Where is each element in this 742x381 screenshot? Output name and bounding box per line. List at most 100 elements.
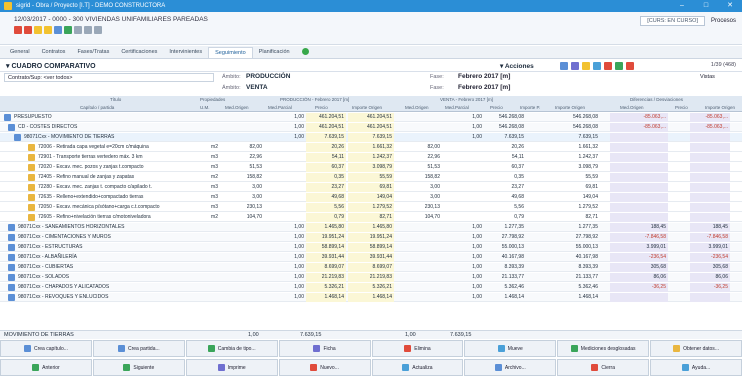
tab-seguimiento[interactable]: Seguimiento [208,47,253,58]
tab-fases[interactable]: Fases/Tratas [71,47,115,58]
table-row[interactable]: 72050 - Excav. mecánica p/sótano+carga c… [0,203,742,212]
status-select[interactable]: [CURS: EN CURSO] [640,16,705,26]
toolbar-icon-4[interactable] [44,26,52,34]
col-med-origen[interactable]: Med.Origen [225,105,249,110]
table-row[interactable]: 72020 - Excav. mec. pozos y zanjas t.com… [0,163,742,172]
table-row[interactable]: 98071Cxx - ALBAÑILERÍA 1,00 39.931,44 39.93… [0,253,742,262]
col-dif-precio[interactable]: Precio [675,105,688,110]
chapter-icon[interactable] [8,244,15,251]
toolbar-icon-9[interactable] [94,26,102,34]
partida-icon[interactable] [28,204,35,211]
acciones-menu[interactable]: ▾ Acciones [500,62,534,70]
col-dif-med-origen[interactable]: Med.Origen [620,105,644,110]
col-venta-med-origen[interactable]: Med.Origen [405,105,429,110]
table-row[interactable]: 98071Cxx - CIMENTACIONES Y MUROS 1,00 19.9… [0,233,742,242]
table-row[interactable]: 98071Cxx - CHAPADOS Y ALICATADOS 1,00 5.32… [0,283,742,292]
procesos-menu[interactable]: Procesos [711,18,736,24]
chapter-icon[interactable] [8,254,15,261]
toolbar-icon-3[interactable] [34,26,42,34]
toolbar-icon-1[interactable] [14,26,22,34]
nav-button-2[interactable]: Imprime [185,359,278,376]
action-button-3[interactable]: Ficha [278,340,371,357]
nav-button-3[interactable]: Nuevo... [278,359,371,376]
partida-icon[interactable] [28,144,35,151]
col-importe-origen[interactable]: Importe Origen [352,105,382,110]
toolbar-icon-2[interactable] [24,26,32,34]
partida-icon[interactable] [28,184,35,191]
action-button-0[interactable]: Crea capítulo... [0,340,92,357]
col-venta-precio[interactable]: Precio [490,105,503,110]
chapter-icon[interactable] [14,134,21,141]
fase1-value[interactable]: Febrero 2017 [m] [458,73,510,80]
action-button-2[interactable]: Cambia de tipo... [185,340,278,357]
table-row[interactable]: 98071Cxx - REVOQUES Y ENLUCIDOS 1,00 1.468… [0,293,742,302]
nav-button-0[interactable]: Anterior [0,359,92,376]
table-row[interactable]: 98071Cxx - ESTRUCTURAS 1,00 58.899,14 58.89… [0,243,742,252]
table-row[interactable]: 72635 - Relleno+extendido+compactado tie… [0,193,742,202]
close-button[interactable]: ✕ [718,0,742,12]
chapter-icon[interactable] [8,224,15,231]
tab-planificacion[interactable]: Planificación [253,47,296,58]
tab-general[interactable]: General [4,47,36,58]
chapter-icon[interactable] [8,294,15,301]
table-row[interactable]: 72405 - Refino manual de zanjas y zapata… [0,173,742,182]
table-row[interactable]: 72006 - Retirada capa vegetal e=20cm c/m… [0,143,742,152]
nav-button-7[interactable]: Ayuda... [650,359,742,376]
nav-button-1[interactable]: Siguiente [92,359,185,376]
col-capitulo[interactable]: Capítulo / partida [80,105,114,110]
grid-icon[interactable] [560,62,568,70]
table-row[interactable]: 72605 - Refino+nivelación tierras c/moto… [0,213,742,222]
col-venta-med-parcial[interactable]: Med.Parcial [445,105,469,110]
table-row[interactable]: 98071Cxx - SOLADOS 1,00 21.219,83 21.219,83… [0,273,742,282]
table-row[interactable]: 98071Cxx - CUBIERTAS 1,00 8.699,07 8.699,07… [0,263,742,272]
table-row[interactable]: 72280 - Excav. mec. zanjas t. compacto c… [0,183,742,192]
maximize-button[interactable]: □ [694,0,718,12]
nav-button-5[interactable]: Archivo... [464,359,557,376]
table-row[interactable]: PRESUPUESTO 1,00 461.204,51 461.204,51 1,00 5… [0,113,742,122]
export-icon[interactable] [571,62,579,70]
chapter-icon[interactable] [8,264,15,271]
tab-certificaciones[interactable]: Certificaciones [115,47,163,58]
action-button-6[interactable]: Mediciones desglosadas [557,340,650,357]
chart-icon[interactable] [593,62,601,70]
chapter-icon[interactable] [8,284,15,291]
toolbar-icon-5[interactable] [54,26,62,34]
partida-icon[interactable] [28,214,35,221]
warning-icon[interactable] [626,62,634,70]
chapter-icon[interactable] [4,114,11,121]
section-title[interactable]: ▾ CUADRO COMPARATIVO [6,62,96,70]
nav-button-4[interactable]: Actualiza [371,359,464,376]
chapter-icon[interactable] [8,274,15,281]
action-button-4[interactable]: Elimina [371,340,464,357]
heart-icon[interactable] [604,62,612,70]
partida-icon[interactable] [28,154,35,161]
chapter-icon[interactable] [8,124,15,131]
action-button-1[interactable]: Crea partida... [92,340,185,357]
table-row[interactable]: 98071Cxx - MOVIMIENTO DE TIERRAS 1,00 7.63… [0,133,742,142]
col-med-parcial[interactable]: Med.Parcial [268,105,292,110]
col-venta-importe-parcial[interactable]: Importe P. [520,105,540,110]
col-ud[interactable]: U.M. [200,105,210,110]
table-row[interactable]: 98071Cxx - SANEAMIENTOS HORIZONTALES 1,00… [0,223,742,232]
folder-icon[interactable] [582,62,590,70]
fase2-value[interactable]: Febrero 2017 [m] [458,84,510,91]
toolbar-icon-7[interactable] [74,26,82,34]
tab-intervinientes[interactable]: Intervinientes [163,47,208,58]
table-row[interactable]: CD - COSTES DIRECTOS 1,00 461.204,51 461.20… [0,123,742,132]
chapter-icon[interactable] [8,234,15,241]
toolbar-icon-8[interactable] [84,26,92,34]
ambito2-value[interactable]: VENTA [246,84,268,91]
tab-contratos[interactable]: Contratos [36,47,72,58]
col-precio[interactable]: Precio [315,105,328,110]
col-venta-importe-origen[interactable]: Importe Origen [555,105,585,110]
partida-icon[interactable] [28,194,35,201]
col-dif-importe-origen[interactable]: Importe Origen [705,105,735,110]
partida-icon[interactable] [28,174,35,181]
partida-icon[interactable] [28,164,35,171]
nav-button-6[interactable]: Cierra [557,359,650,376]
minimize-button[interactable]: – [670,0,694,12]
vistas-menu[interactable]: Vistas [700,74,715,80]
contrato-filter[interactable]: Contrato/Sup: <ver todos> [4,73,214,82]
add-tab-button[interactable] [296,47,315,58]
action-button-5[interactable]: Mueve [464,340,557,357]
